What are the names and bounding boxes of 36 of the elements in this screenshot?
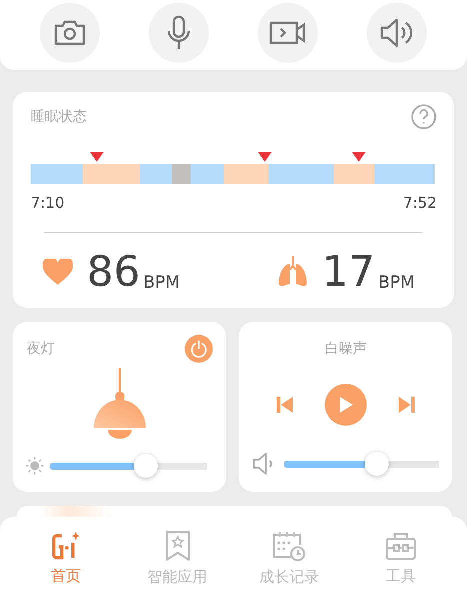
nav-tab[interactable]: 工具 xyxy=(351,517,452,600)
power-button[interactable] xyxy=(185,335,213,363)
heart-icon xyxy=(43,258,73,284)
lamp-drawing xyxy=(92,368,146,440)
microphone-icon xyxy=(166,15,192,51)
slider-thumb[interactable] xyxy=(134,454,158,478)
power-icon xyxy=(190,340,208,358)
play-icon xyxy=(338,396,354,414)
nav-tab[interactable]: 成长记录 xyxy=(239,517,340,600)
skip-back-icon xyxy=(276,396,294,414)
logo-icon xyxy=(50,531,81,561)
rate-value: 86 xyxy=(87,247,140,296)
rate-unit: BPM xyxy=(378,273,415,293)
calendar-icon xyxy=(272,530,306,562)
toolbox-icon xyxy=(385,531,418,561)
nav-tab[interactable]: 首页 xyxy=(16,517,116,600)
rate-value: 17 xyxy=(322,247,376,296)
play-button[interactable] xyxy=(324,384,366,426)
video-camera-icon xyxy=(269,19,308,47)
card-title: 夜灯 xyxy=(27,340,55,358)
lungs-icon xyxy=(278,256,308,288)
nav-tab[interactable]: 智能应用 xyxy=(128,517,228,600)
card-title: 睡眠状态 xyxy=(31,108,87,126)
camera-icon xyxy=(52,19,87,47)
help-icon[interactable] xyxy=(411,104,437,130)
card-title: 白噪声 xyxy=(325,340,367,358)
brightness-icon xyxy=(26,457,44,475)
end-time: 7:52 xyxy=(403,194,437,212)
rate-unit: BPM xyxy=(143,273,180,293)
bookmark-icon xyxy=(164,530,192,562)
skip-forward-icon xyxy=(398,396,416,414)
speaker-icon xyxy=(379,17,416,49)
previous-button[interactable] xyxy=(276,396,294,414)
start-time: 7:10 xyxy=(31,194,65,212)
slider-thumb[interactable] xyxy=(365,452,389,476)
next-button[interactable] xyxy=(398,396,416,414)
